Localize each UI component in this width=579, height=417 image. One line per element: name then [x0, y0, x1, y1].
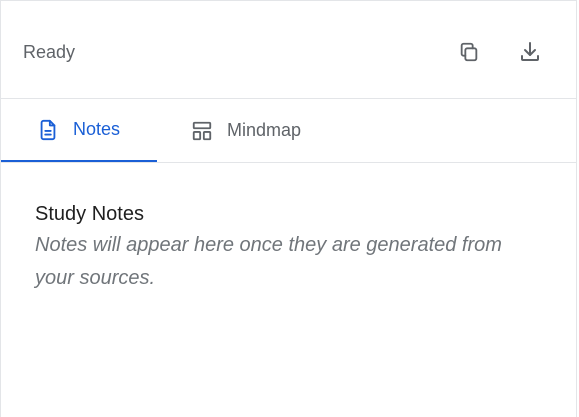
notes-placeholder: Notes will appear here once they are gen…	[35, 234, 502, 289]
notes-panel: Ready Notes Mindmap Study Notes Notes wi…	[0, 0, 577, 417]
tab-notes[interactable]: Notes	[1, 99, 157, 162]
document-icon	[37, 119, 59, 141]
panel-header: Ready	[1, 5, 576, 99]
tab-mindmap-label: Mindmap	[227, 120, 302, 140]
tab-mindmap[interactable]: Mindmap	[191, 99, 301, 162]
download-button[interactable]	[517, 39, 543, 65]
status-label: Ready	[23, 42, 76, 62]
notes-title: Study Notes	[35, 203, 144, 225]
view-tabs: Notes Mindmap	[1, 99, 576, 163]
tab-notes-label: Notes	[73, 119, 121, 139]
copy-button[interactable]	[456, 39, 482, 65]
copy-icon	[458, 41, 480, 63]
notes-content: Study Notes Notes will appear here once …	[35, 201, 535, 295]
layout-icon	[191, 120, 213, 142]
download-icon	[518, 40, 542, 64]
